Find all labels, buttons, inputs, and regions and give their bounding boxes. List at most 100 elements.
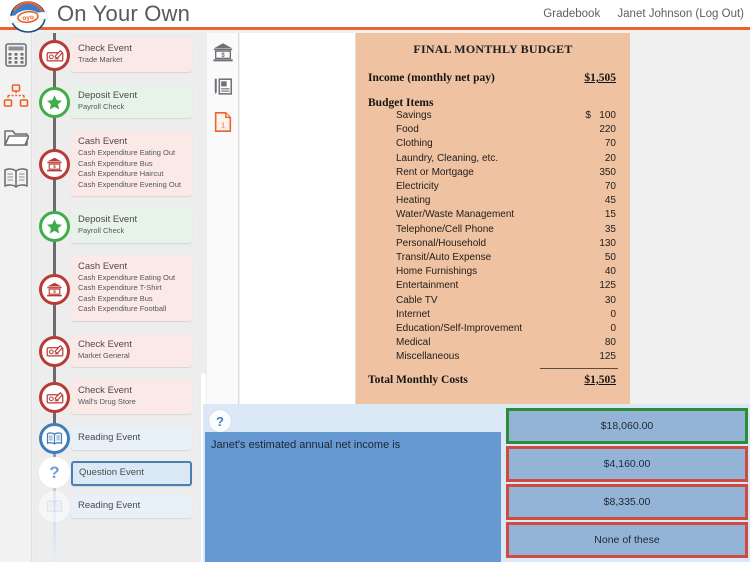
timeline-event-card[interactable]: Cash Event Cash Expenditure Eating Out Cas… <box>71 255 192 321</box>
budget-item-row: Laundry, Cleaning, etc. 20 <box>368 152 618 166</box>
timeline-event[interactable]: Deposit Event Payroll Check <box>71 84 192 118</box>
timeline-event[interactable]: Check Event Wall's Drug Store <box>71 380 192 414</box>
timeline-event-detail: Market General <box>78 350 130 360</box>
budget-item-value: 350 <box>599 166 616 178</box>
budget-item-label: Medical <box>396 337 431 349</box>
calculator-icon[interactable] <box>3 42 29 68</box>
question-prompt-area: Janet's estimated annual net income is <box>205 432 501 562</box>
budget-title: FINAL MONTHLY BUDGET <box>413 42 573 56</box>
timeline-marker-bank-icon[interactable]: $ <box>39 273 70 305</box>
timeline-marker-check-icon[interactable] <box>39 335 70 367</box>
timeline-marker-check-icon[interactable] <box>39 382 70 414</box>
budget-item-label: Transit/Auto Expense <box>396 252 492 264</box>
org-chart-icon[interactable] <box>3 83 29 109</box>
timeline-marker-check-icon[interactable] <box>39 40 70 72</box>
budget-item-value: 50 <box>604 252 616 264</box>
budget-item-label: Education/Self-Improvement <box>396 323 523 335</box>
budget-item-value: 45 <box>604 195 616 207</box>
answer-choice[interactable]: $4,160.00 <box>506 446 748 482</box>
budget-item-row: Electricity 70 <box>368 180 618 194</box>
event-timeline: Check Event Trade Market Deposit Event Payr… <box>33 33 207 562</box>
answer-choice[interactable]: $8,335.00 <box>506 484 748 520</box>
timeline-event-card[interactable]: Deposit Event Payroll Check <box>71 84 192 118</box>
timeline-event-card[interactable]: Check Event Wall's Drug Store <box>71 380 192 414</box>
timeline-event[interactable]: Check Event Market General <box>71 333 192 367</box>
budget-item-label: Laundry, Cleaning, etc. <box>396 152 499 164</box>
book-icon[interactable] <box>3 165 29 191</box>
budget-item-value: 220 <box>599 124 616 136</box>
ledger-icon[interactable] <box>212 75 234 99</box>
timeline-event[interactable]: Reading Event <box>71 426 192 450</box>
timeline-event-title: Reading Event <box>78 499 141 511</box>
budget-item-label: Food <box>396 124 419 136</box>
timeline-event-detail: Cash Expenditure Bus <box>78 158 153 168</box>
budget-total-label: Total Monthly Costs <box>368 373 468 386</box>
timeline-event[interactable]: Cash Event Cash Expenditure Eating Out Cas… <box>71 131 192 196</box>
timeline-event-card[interactable]: Cash Event Cash Expenditure Eating Out Cas… <box>71 131 192 196</box>
budget-item-value: 0 <box>610 308 616 320</box>
timeline-event[interactable]: Deposit Event Payroll Check <box>71 209 192 243</box>
timeline-event-title: Cash Event <box>78 136 128 147</box>
timeline-event-card[interactable]: Deposit Event Payroll Check <box>71 209 192 243</box>
timeline-event-detail: Payroll Check <box>78 101 125 111</box>
bank-icon[interactable]: $ <box>212 40 234 64</box>
budget-item-value: 40 <box>604 266 616 278</box>
timeline-marker-question-icon[interactable]: ? <box>39 456 70 488</box>
budget-item-value: 35 <box>604 223 616 235</box>
budget-item-label: Personal/Household <box>396 237 487 249</box>
timeline-event-card[interactable]: Check Event Market General <box>71 333 192 367</box>
budget-item-row: Food 220 <box>368 123 618 137</box>
budget-item-label: Rent or Mortgage <box>396 166 474 178</box>
timeline-marker-star-icon[interactable] <box>39 211 70 243</box>
budget-item-label: Miscellaneous <box>396 351 460 363</box>
timeline-event-card[interactable]: Reading Event <box>71 426 192 450</box>
timeline-event[interactable]: Reading Event <box>71 494 192 518</box>
timeline-marker-star-icon[interactable] <box>39 86 70 118</box>
timeline-marker-book-faded-icon[interactable] <box>39 490 70 522</box>
folder-icon[interactable] <box>3 124 29 150</box>
budget-item-row: Clothing 70 <box>368 137 618 151</box>
app-title: On Your Own <box>57 1 191 26</box>
budget-item-row: Transit/Auto Expense 50 <box>368 251 618 265</box>
timeline-event[interactable]: Question Event <box>71 460 192 486</box>
budget-income-label: Income (monthly net pay) <box>368 72 495 84</box>
timeline-event[interactable]: Cash Event Cash Expenditure Eating Out Cas… <box>71 255 192 321</box>
svg-text:$: $ <box>53 289 56 294</box>
budget-item-label: Internet <box>396 308 430 320</box>
app-root: oyo On Your Own Gradebook Janet Johnson … <box>0 0 750 562</box>
budget-item-label: Savings <box>396 110 432 121</box>
answer-choice[interactable]: $18,060.00 <box>506 408 748 444</box>
budget-item-value: 70 <box>604 138 616 150</box>
timeline-event-card[interactable]: Reading Event <box>71 494 192 518</box>
budget-item-value: 130 <box>599 237 616 249</box>
timeline-event-detail: Wall's Drug Store <box>78 397 136 406</box>
timeline-event-title: Check Event <box>78 43 132 54</box>
timeline-event[interactable]: Check Event Trade Market <box>71 38 192 72</box>
timeline-event-title: Deposit Event <box>78 89 138 101</box>
budget-total-rule <box>540 367 618 369</box>
document-icon[interactable]: 1 <box>212 110 234 134</box>
budget-item-label: Water/Waste Management <box>396 209 515 221</box>
timeline-marker-book-icon[interactable] <box>39 422 70 454</box>
timeline-event-title: Deposit Event <box>78 214 138 225</box>
right-empty-area <box>630 33 750 404</box>
budget-item-row: Internet 0 <box>368 308 618 322</box>
timeline-event-title: Cash Event <box>78 260 128 272</box>
timeline-event-detail: Trade Market <box>78 55 123 64</box>
user-logout-link[interactable]: Janet Johnson (Log Out) <box>617 8 744 20</box>
timeline-event-card[interactable]: Check Event Trade Market <box>71 38 192 72</box>
budget-item-row: Cable TV 30 <box>368 294 618 308</box>
svg-text:1: 1 <box>220 121 224 130</box>
timeline-event-detail: Cash Expenditure Evening Out <box>78 179 181 189</box>
gradebook-link[interactable]: Gradebook <box>543 8 600 20</box>
budget-item-label: Entertainment <box>396 280 459 292</box>
budget-item-label: Telephone/Cell Phone <box>396 223 494 235</box>
answer-choice[interactable]: None of these <box>506 522 748 558</box>
svg-text:oyo: oyo <box>22 14 34 22</box>
budget-item-value: $ 100 <box>585 110 616 121</box>
timeline-marker-bank-icon[interactable]: $ <box>39 149 70 180</box>
timeline-event-card[interactable]: Question Event <box>71 460 192 486</box>
budget-item-row: Savings $ 100 <box>368 109 618 123</box>
timeline-event-detail: Payroll Check <box>78 226 125 235</box>
budget-document: FINAL MONTHLY BUDGET Income (monthly net… <box>356 33 630 404</box>
